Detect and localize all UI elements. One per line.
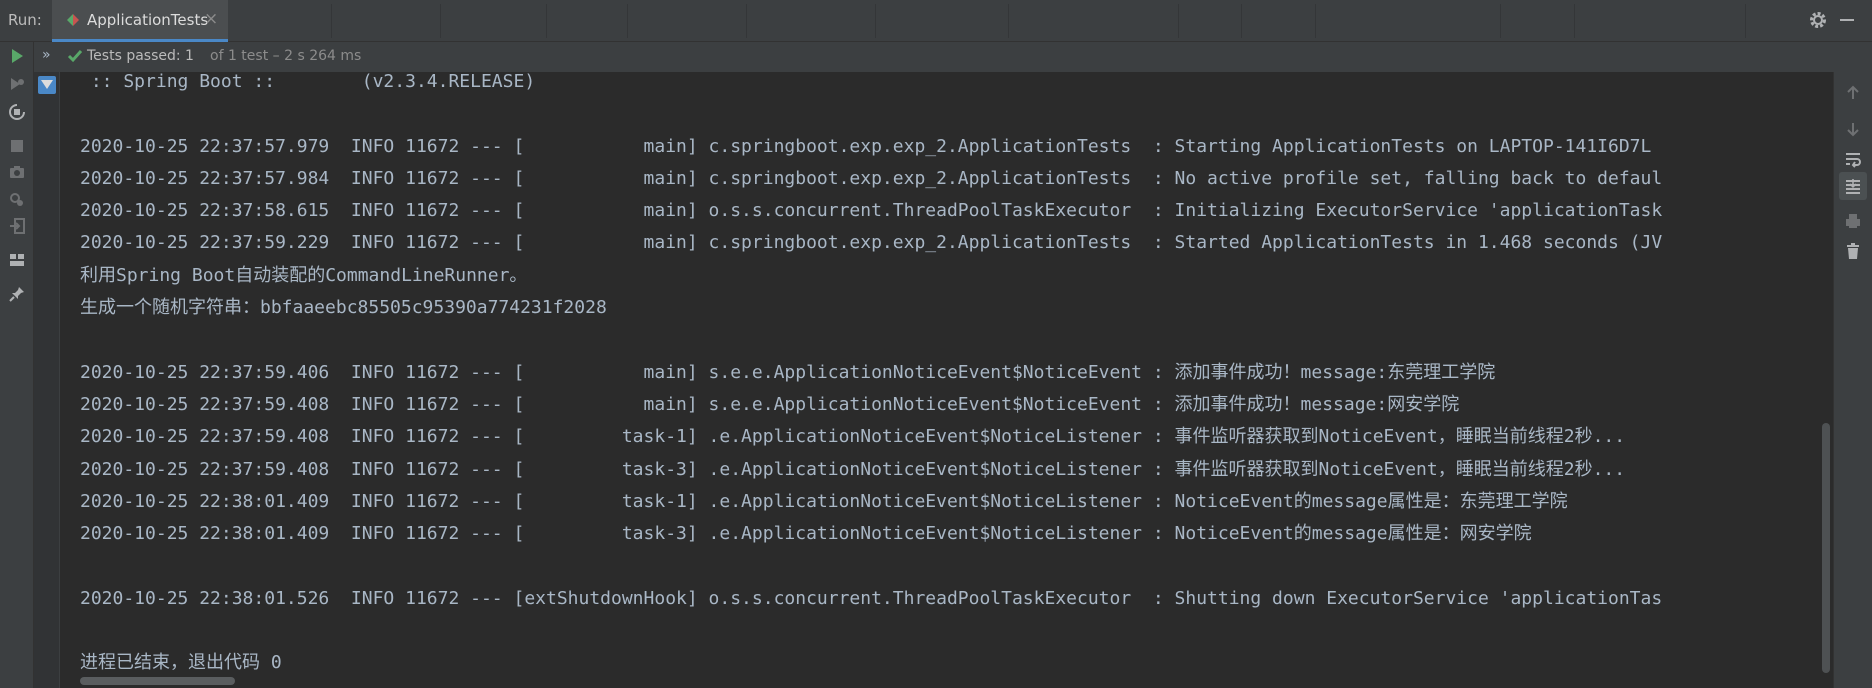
header-divider xyxy=(1178,4,1179,38)
console-line: 2020-10-25 22:37:59.229 INFO 11672 --- [… xyxy=(80,232,1663,254)
trash-icon[interactable] xyxy=(1844,242,1862,260)
settings-icon[interactable] xyxy=(8,191,26,209)
layout-icon[interactable] xyxy=(8,251,26,269)
stop-icon[interactable] xyxy=(8,137,26,155)
header-divider xyxy=(1745,4,1746,38)
close-tab-icon[interactable]: × xyxy=(204,9,218,29)
console-line: 2020-10-25 22:37:57.979 INFO 11672 --- [… xyxy=(80,135,1652,157)
test-tree-strip xyxy=(34,72,60,688)
console-line: 2020-10-25 22:37:57.984 INFO 11672 --- [… xyxy=(80,167,1663,189)
rerun-failed-icon[interactable] xyxy=(8,75,26,93)
header-divider xyxy=(1241,4,1242,38)
pin-icon[interactable] xyxy=(8,285,26,303)
toggle-auto-test-icon[interactable] xyxy=(8,103,26,121)
run-tool-window: Run: ApplicationTests × » Tests passed: … xyxy=(0,0,1872,688)
run-label: Run: xyxy=(8,11,42,29)
header-divider xyxy=(1315,4,1316,38)
minimize-icon[interactable] xyxy=(1840,19,1854,21)
console-line: 生成一个随机字符串：bbfaaeebc85505c95390a774231f20… xyxy=(80,297,607,319)
scroll-to-end-toggle[interactable] xyxy=(1839,172,1867,200)
tab-application-tests[interactable]: ApplicationTests × xyxy=(52,0,228,42)
print-icon[interactable] xyxy=(1844,212,1862,230)
rerun-icon[interactable] xyxy=(8,47,26,65)
console-line: 进程已结束，退出代码 0 xyxy=(80,652,282,674)
check-icon xyxy=(67,50,83,63)
header-divider xyxy=(746,4,747,38)
console-line: 2020-10-25 22:37:59.406 INFO 11672 --- [… xyxy=(80,361,1496,383)
header-divider xyxy=(875,4,876,38)
up-arrow-icon[interactable] xyxy=(1844,84,1862,102)
header-divider xyxy=(546,4,547,38)
console-line: 2020-10-25 22:37:59.408 INFO 11672 --- [… xyxy=(80,458,1626,480)
console-line: 2020-10-25 22:37:59.408 INFO 11672 --- [… xyxy=(80,426,1626,448)
screenshot-icon[interactable] xyxy=(8,163,26,181)
console-line: :: Spring Boot :: (v2.3.4.RELEASE) xyxy=(80,72,536,92)
expand-chevron-icon[interactable]: » xyxy=(42,47,51,63)
console-line: 2020-10-25 22:37:58.615 INFO 11672 --- [… xyxy=(80,200,1663,222)
tests-detail-label: of 1 test – 2 s 264 ms xyxy=(210,48,362,64)
gear-icon[interactable] xyxy=(1808,10,1828,30)
tests-passed-label: Tests passed: 1 xyxy=(87,48,194,64)
tab-title: ApplicationTests xyxy=(87,11,209,29)
header-divider xyxy=(1574,4,1575,38)
soft-wrap-icon[interactable] xyxy=(1844,150,1862,168)
console-line: 利用Spring Boot自动装配的CommandLineRunner。 xyxy=(80,264,528,286)
down-arrow-icon[interactable] xyxy=(1844,120,1862,138)
exit-icon[interactable] xyxy=(8,217,26,235)
right-toolbar xyxy=(1833,72,1872,688)
console-lines: :: Spring Boot :: (v2.3.4.RELEASE) 2020-… xyxy=(80,72,1662,680)
run-config-icon xyxy=(67,14,79,26)
console-line: 2020-10-25 22:38:01.409 INFO 11672 --- [… xyxy=(80,490,1568,512)
funnel-icon xyxy=(41,80,53,89)
header-divider xyxy=(331,4,332,38)
vertical-scroll-thumb[interactable] xyxy=(1822,423,1830,673)
console-line: 2020-10-25 22:38:01.526 INFO 11672 --- [… xyxy=(80,587,1663,609)
run-tool-window-header: Run: ApplicationTests × xyxy=(0,0,1872,42)
header-divider xyxy=(1008,4,1009,38)
console-line: 2020-10-25 22:37:59.408 INFO 11672 --- [… xyxy=(80,393,1460,415)
header-divider xyxy=(627,4,628,38)
header-divider xyxy=(1500,4,1501,38)
console-line: 2020-10-25 22:38:01.409 INFO 11672 --- [… xyxy=(80,523,1532,545)
filter-toggle[interactable] xyxy=(38,76,56,94)
scroll-to-end-icon xyxy=(1846,179,1860,194)
left-toolbar xyxy=(0,42,34,688)
header-divider xyxy=(440,4,441,38)
test-status-bar: » Tests passed: 1 of 1 test – 2 s 264 ms xyxy=(34,42,1872,72)
horizontal-scroll-thumb[interactable] xyxy=(80,677,235,685)
console-output[interactable]: :: Spring Boot :: (v2.3.4.RELEASE) 2020-… xyxy=(60,72,1833,688)
